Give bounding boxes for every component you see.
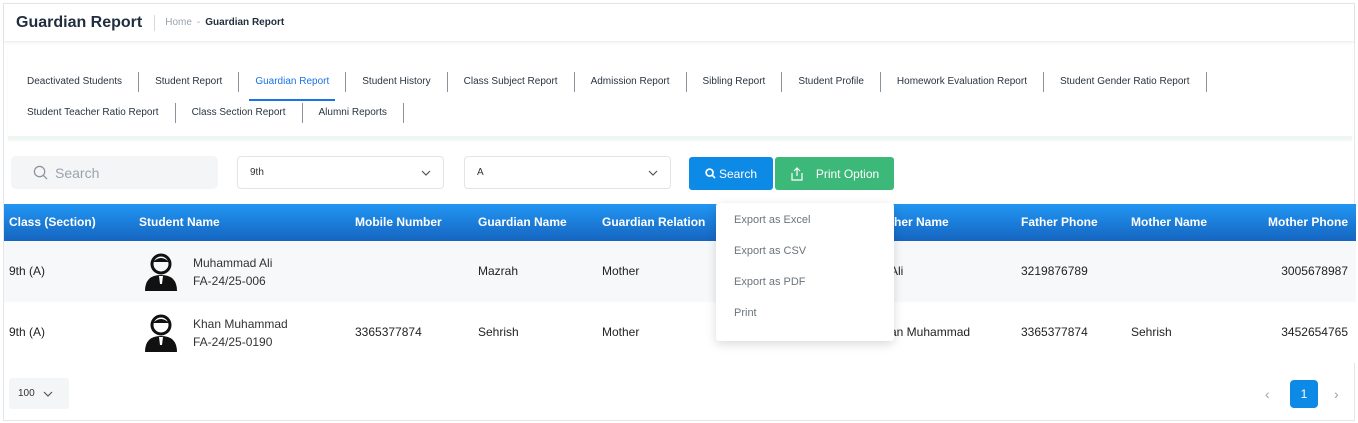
page-size-value: 100: [18, 388, 35, 399]
cell-mother-phone: 3005678987: [1281, 264, 1348, 278]
tab-student-gender-ratio-report[interactable]: Student Gender Ratio Report: [1044, 72, 1207, 92]
table-row[interactable]: 9th (A) Khan Muhammad FA-24/25-0190 3365…: [4, 302, 1356, 363]
student-name-block: Khan Muhammad FA-24/25-0190: [193, 315, 288, 351]
table-header: Class (Section) Student Name Mobile Numb…: [4, 204, 1356, 241]
search-button[interactable]: Search: [689, 157, 773, 190]
student-name[interactable]: Khan Muhammad: [193, 315, 288, 333]
tab-student-profile[interactable]: Student Profile: [782, 72, 881, 92]
menu-item-export-excel[interactable]: Export as Excel: [734, 214, 810, 226]
cell-guardian-relation: Mother: [602, 264, 640, 278]
tab-row-1: Deactivated Students Student Report Guar…: [8, 69, 1207, 101]
student-id: FA-24/25-0190: [193, 335, 273, 349]
class-select-value: 9th: [250, 167, 264, 178]
cell-guardian-name: Sehrish: [478, 325, 519, 339]
menu-item-export-csv[interactable]: Export as CSV: [734, 245, 806, 257]
column-mobile-number[interactable]: Mobile Number: [355, 204, 442, 241]
menu-item-export-pdf[interactable]: Export as PDF: [734, 276, 806, 288]
pager-page-1[interactable]: 1: [1290, 380, 1318, 408]
section-select-value: A: [477, 167, 484, 178]
student-name[interactable]: Muhammad Ali: [193, 254, 272, 272]
table-row[interactable]: 9th (A) Muhammad Ali FA-24/25-006 Mazrah…: [4, 241, 1356, 302]
tab-alumni-reports[interactable]: Alumni Reports: [303, 103, 404, 123]
tab-class-subject-report[interactable]: Class Subject Report: [448, 72, 575, 92]
cell-father-phone: 3219876789: [1021, 264, 1088, 278]
report-frame: Guardian Report Home - Guardian Report D…: [3, 3, 1356, 421]
student-id: FA-24/25-006: [193, 274, 266, 288]
cell-guardian-name: Mazrah: [478, 264, 519, 278]
report-tabs: Deactivated Students Student Report Guar…: [8, 48, 1352, 140]
cell-mother-phone: 3452654765: [1281, 325, 1348, 339]
column-guardian-relation[interactable]: Guardian Relation: [602, 204, 705, 241]
tab-student-report[interactable]: Student Report: [139, 72, 240, 92]
cell-father-phone: 3365377874: [1021, 325, 1088, 339]
class-select[interactable]: 9th: [237, 156, 444, 189]
cell-class-section: 9th (A): [9, 264, 46, 278]
menu-item-print[interactable]: Print: [734, 307, 757, 319]
tab-guardian-report[interactable]: Guardian Report: [239, 72, 347, 101]
column-mother-phone[interactable]: Mother Phone: [1268, 204, 1348, 241]
print-option-label: Print Option: [815, 166, 880, 181]
tab-student-teacher-ratio-report[interactable]: Student Teacher Ratio Report: [8, 103, 176, 123]
column-father-phone[interactable]: Father Phone: [1021, 204, 1098, 241]
chevron-down-icon: [43, 391, 53, 397]
header-divider: [154, 14, 156, 31]
tab-admission-report[interactable]: Admission Report: [575, 72, 687, 92]
search-box: [11, 156, 218, 189]
search-icon: [33, 165, 48, 180]
chevron-down-icon: [648, 170, 658, 176]
tab-row-2: Student Teacher Ratio Report Class Secti…: [8, 100, 404, 126]
cell-class-section: 9th (A): [9, 325, 46, 339]
tab-sibling-report[interactable]: Sibling Report: [687, 72, 783, 92]
print-option-button[interactable]: Print Option: [775, 157, 894, 190]
breadcrumb-separator: -: [196, 17, 201, 28]
pager-prev-button[interactable]: ‹: [1265, 386, 1277, 402]
search-icon: [705, 168, 716, 179]
page-title: Guardian Report: [16, 13, 143, 31]
tab-student-history[interactable]: Student History: [346, 72, 448, 92]
column-father-name[interactable]: ther Name: [890, 204, 949, 241]
page-header: Guardian Report Home - Guardian Report: [4, 4, 1354, 42]
export-icon: [791, 166, 803, 181]
column-student-name[interactable]: Student Name: [139, 204, 220, 241]
search-input[interactable]: [55, 164, 195, 181]
tab-homework-evaluation-report[interactable]: Homework Evaluation Report: [881, 72, 1044, 92]
tab-deactivated-students[interactable]: Deactivated Students: [8, 72, 140, 92]
print-option-menu: Export as Excel Export as CSV Export as …: [716, 203, 894, 341]
section-select[interactable]: A: [464, 156, 671, 189]
cell-mother-name: Sehrish: [1131, 325, 1172, 339]
chevron-down-icon: [421, 170, 431, 176]
page-size-select[interactable]: 100: [9, 378, 69, 409]
student-avatar-icon: [145, 314, 177, 352]
cell-mobile-number: 3365377874: [355, 325, 422, 339]
breadcrumb-current: Guardian Report: [205, 17, 285, 28]
cell-guardian-relation: Mother: [602, 325, 640, 339]
column-guardian-name[interactable]: Guardian Name: [478, 204, 567, 241]
search-button-label: Search: [718, 166, 758, 181]
student-avatar-icon: [145, 253, 177, 291]
student-name-block: Muhammad Ali FA-24/25-006: [193, 254, 272, 290]
tab-class-section-report[interactable]: Class Section Report: [176, 103, 303, 123]
column-mother-name[interactable]: Mother Name: [1131, 204, 1207, 241]
cell-father-name: an Muhammad: [890, 325, 971, 339]
pager-next-button[interactable]: ›: [1334, 386, 1346, 402]
breadcrumb-home[interactable]: Home: [165, 17, 192, 28]
column-class-section[interactable]: Class (Section): [9, 204, 96, 241]
